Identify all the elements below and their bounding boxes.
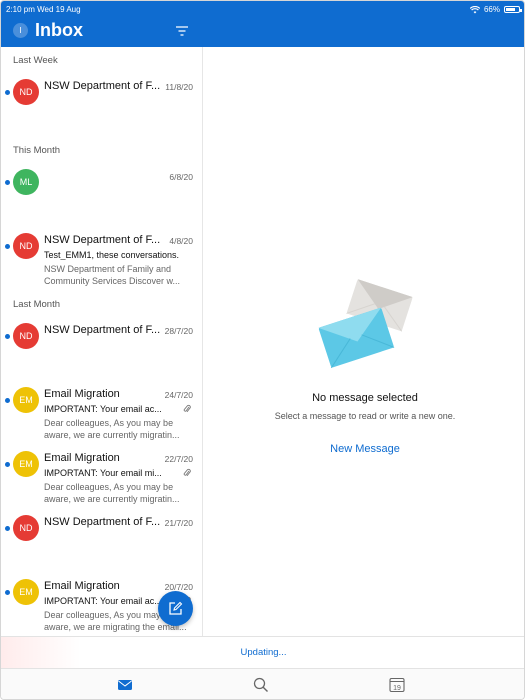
search-icon[interactable] (251, 676, 271, 694)
outlook-app: 2:10 pm Wed 19 Aug 66% I Inbox Last Week (0, 0, 525, 700)
message-sender: NSW Department of F... (44, 234, 161, 246)
sync-status-text: Updating... (240, 647, 287, 658)
message-row[interactable]: ND NSW Department of F... 28/7/20 (1, 321, 202, 371)
message-date: 24/7/20 (164, 390, 193, 400)
sync-status-bar: Updating... (1, 636, 524, 669)
message-preview: Dear colleagues, As you may be aware, we… (44, 482, 180, 504)
battery-icon (504, 6, 522, 13)
status-time: 2:10 pm Wed 19 Aug (6, 5, 81, 14)
calendar-day: 19 (393, 685, 401, 692)
status-right: 66% (469, 5, 522, 14)
status-bar: 2:10 pm Wed 19 Aug 66% (1, 1, 524, 17)
message-subject: IMPORTANT: Your email mi... (44, 468, 162, 478)
empty-state-title: No message selected (312, 392, 418, 404)
message-date: 11/8/20 (165, 82, 193, 92)
message-row[interactable]: EM Email Migration 22/7/20 IMPORTANT: Yo… (1, 449, 202, 511)
message-date: 4/8/20 (169, 236, 193, 246)
section-header-this-month: This Month (13, 145, 60, 156)
message-date: 22/7/20 (164, 454, 193, 464)
message-preview: NSW Department of Family and Community S… (44, 264, 181, 286)
sender-avatar: ND (13, 323, 39, 349)
message-row[interactable]: EM Email Migration 24/7/20 IMPORTANT: Yo… (1, 385, 202, 447)
calendar-icon[interactable]: 19 (387, 676, 407, 694)
sender-avatar: ND (13, 515, 39, 541)
message-sender: Email Migration (44, 580, 120, 592)
sender-avatar: EM (13, 579, 39, 605)
compose-icon (169, 601, 183, 615)
unread-dot (5, 462, 10, 467)
message-date: 21/7/20 (164, 518, 193, 528)
wifi-icon (469, 5, 480, 13)
empty-state-subtitle: Select a message to read or write a new … (274, 411, 456, 421)
message-date: 28/7/20 (164, 326, 193, 336)
attachment-icon (183, 404, 191, 413)
sender-avatar: ND (13, 233, 39, 259)
battery-percent: 66% (483, 5, 500, 14)
attachment-icon (183, 468, 191, 477)
sender-avatar: ND (13, 79, 39, 105)
message-sender: NSW Department of F... (44, 516, 161, 528)
account-avatar-button[interactable]: I (13, 23, 28, 38)
message-row[interactable]: ND NSW Department of F... 11/8/20 (1, 77, 202, 135)
compose-button[interactable] (158, 591, 193, 626)
section-header-last-month: Last Month (13, 299, 60, 310)
message-sender: Email Migration (44, 388, 120, 400)
message-subject: Test_EMM1, these conversations... (44, 250, 179, 260)
message-row[interactable]: ND NSW Department of F... 21/7/20 (1, 513, 202, 563)
message-row[interactable]: ML 6/8/20 (1, 167, 202, 217)
message-date: 6/8/20 (169, 172, 193, 182)
unread-dot (5, 334, 10, 339)
tab-bar: 19 (1, 668, 524, 699)
sender-avatar: EM (13, 387, 39, 413)
header-bar: 2:10 pm Wed 19 Aug 66% I Inbox (1, 1, 524, 47)
message-sender: Email Migration (44, 452, 120, 464)
unread-dot (5, 526, 10, 531)
unread-dot (5, 180, 10, 185)
unread-dot (5, 90, 10, 95)
section-header-last-week: Last Week (13, 55, 58, 66)
sender-avatar: EM (13, 451, 39, 477)
message-subject: IMPORTANT: Your email ac... (44, 404, 162, 414)
message-row[interactable]: ND NSW Department of F... 4/8/20 Test_EM… (1, 231, 202, 291)
filter-icon[interactable] (175, 25, 189, 37)
message-sender: NSW Department of F... (44, 80, 161, 92)
mail-icon[interactable] (115, 676, 135, 694)
new-message-link[interactable]: New Message (204, 443, 524, 455)
message-sender: NSW Department of F... (44, 324, 161, 336)
reading-pane: No message selected Select a message to … (204, 47, 524, 636)
unread-dot (5, 244, 10, 249)
unread-dot (5, 590, 10, 595)
message-preview: Dear colleagues, As you may be aware, we… (44, 418, 180, 440)
unread-dot (5, 398, 10, 403)
envelopes-illustration (318, 279, 413, 369)
sender-avatar: ML (13, 169, 39, 195)
page-title: Inbox (35, 20, 83, 40)
message-list[interactable]: Last Week ND NSW Department of F... 11/8… (1, 47, 203, 636)
